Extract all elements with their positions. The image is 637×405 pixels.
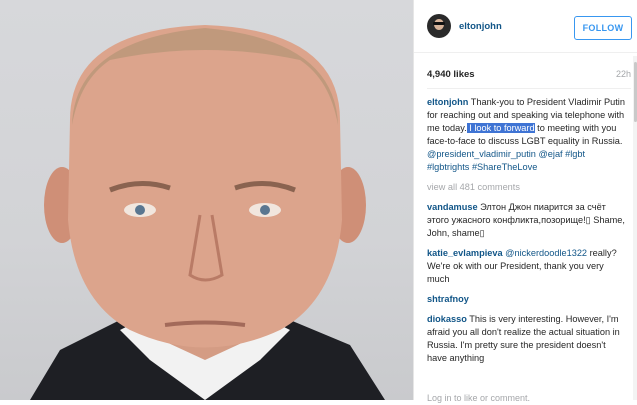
comment-username-link[interactable]: katie_evlampieva bbox=[427, 248, 503, 258]
caption-tags[interactable]: @president_vladimir_putin @ejaf #lgbt #l… bbox=[427, 149, 585, 172]
post-details-panel: eltonjohn FOLLOW 4,940 likes 22h eltonjo… bbox=[413, 0, 637, 403]
header-username-link[interactable]: eltonjohn bbox=[459, 20, 502, 33]
post-time[interactable]: 22h bbox=[616, 68, 631, 81]
comment-username-link[interactable]: diokasso bbox=[427, 314, 467, 324]
list-item: vandamuse Элтон Джон пиарится за счёт эт… bbox=[427, 201, 627, 240]
comments-list: eltonjohn Thank-you to President Vladimi… bbox=[427, 96, 627, 396]
post-photo[interactable] bbox=[0, 0, 413, 400]
login-to-comment-link[interactable]: Log in to like or comment. bbox=[427, 392, 530, 405]
avatar[interactable] bbox=[427, 14, 451, 38]
comment-mention-link[interactable]: @nickerdoodle1322 bbox=[505, 248, 587, 258]
divider bbox=[427, 88, 631, 89]
list-item: shtrafnoy bbox=[427, 293, 627, 306]
caption-username-link[interactable]: eltonjohn bbox=[427, 97, 468, 107]
comment-username-link[interactable]: vandamuse bbox=[427, 202, 478, 212]
likes-count[interactable]: 4,940 likes bbox=[427, 68, 475, 81]
follow-button[interactable]: FOLLOW bbox=[574, 16, 632, 40]
comment-username-link[interactable]: shtrafnoy bbox=[427, 294, 469, 304]
list-item: katie_evlampieva @nickerdoodle1322 reall… bbox=[427, 247, 627, 286]
post-header: eltonjohn FOLLOW bbox=[414, 0, 637, 53]
view-all-comments-link[interactable]: view all 481 comments bbox=[427, 181, 627, 194]
portrait-illustration bbox=[30, 25, 385, 400]
comments-scrollbar[interactable] bbox=[633, 56, 637, 400]
caption: eltonjohn Thank-you to President Vladimi… bbox=[427, 96, 627, 174]
post-meta: 4,940 likes 22h bbox=[427, 68, 631, 82]
avatar-glasses bbox=[433, 22, 445, 25]
list-item: diokasso This is very interesting. Howev… bbox=[427, 313, 627, 365]
caption-highlighted-text: I look to forward bbox=[466, 123, 535, 133]
